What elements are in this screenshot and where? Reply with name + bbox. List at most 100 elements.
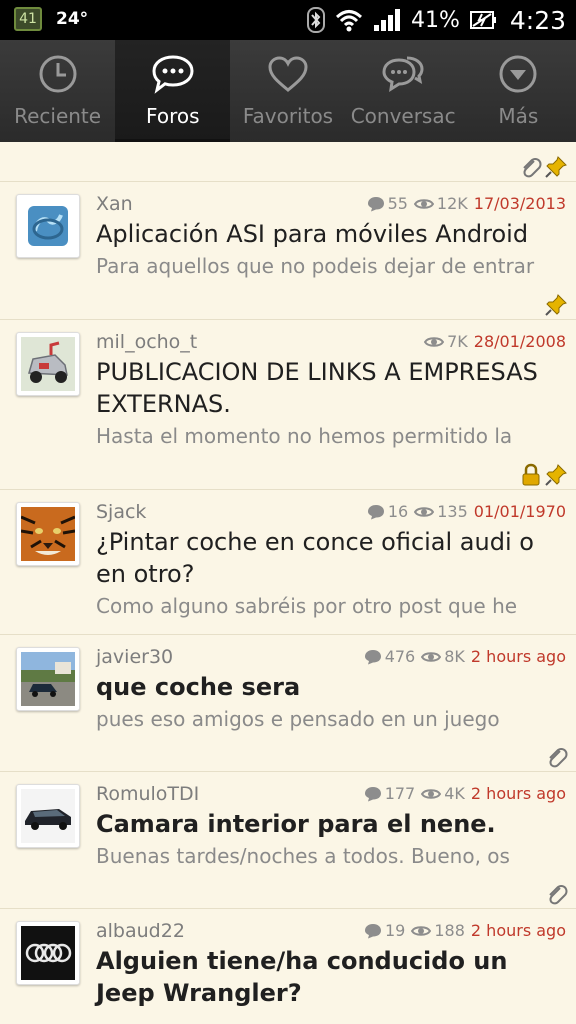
avatar[interactable] [16, 194, 80, 258]
app-logo-avatar-image [28, 206, 68, 246]
toy-car-avatar-image [21, 337, 75, 391]
thread-row[interactable]: Xan 55 12K 17/03/2013 Aplicación ASI par… [0, 182, 576, 320]
clock-time: 4:23 [509, 5, 566, 35]
replies-icon [365, 923, 381, 938]
thread-snippet: Como alguno sabréis por otro post que he [96, 594, 518, 618]
conversation-icon [382, 56, 424, 92]
thread-title: PUBLICACION DE LINKS A EMPRESAS EXTERNAS… [96, 358, 538, 418]
thread-title: que coche sera [96, 673, 301, 701]
lock-icon [522, 463, 540, 486]
audi-rings-avatar-image [21, 926, 75, 980]
paperclip-icon [549, 885, 568, 905]
tab-label: Favoritos [242, 104, 334, 128]
tab-label: Conversac [350, 104, 456, 128]
wifi-icon [335, 10, 362, 32]
replies-icon [364, 786, 381, 801]
view-count: 135 [437, 502, 468, 521]
thread-author: Sjack [96, 501, 147, 523]
thread-title: Aplicación ASI para móviles Android [96, 220, 529, 248]
pin-icon [545, 464, 567, 486]
thread-row[interactable]: Sjack 16 135 01/01/1970 ¿Pintar coche en… [0, 490, 576, 635]
tab-label: Reciente [14, 104, 102, 128]
view-count: 188 [434, 921, 465, 940]
thread-snippet: Para aquellos que no podeis dejar de ent… [96, 254, 535, 278]
thread-author: javier30 [96, 646, 174, 668]
thread-meta: 476 8K 2 hours ago [358, 647, 566, 666]
thread-snippet: Buenas tardes/noches a todos. Bueno, os [96, 844, 510, 868]
dark-car-avatar-image [21, 789, 75, 843]
view-count: 4K [444, 784, 465, 803]
thread-date: 28/01/2008 [473, 332, 566, 351]
tab-foros[interactable]: Foros [115, 40, 231, 142]
thread-meta: 177 4K 2 hours ago [358, 784, 566, 803]
view-count: 7K [447, 332, 468, 351]
thread-snippet: pues eso amigos e pensado en un juego [96, 707, 500, 731]
thread-meta: 7K 28/01/2008 [418, 332, 566, 351]
tab-bar: Reciente Foros Favoritos Conversac Más [0, 40, 576, 142]
signal-icon [373, 9, 400, 31]
clock-icon [39, 55, 77, 93]
thread-meta: 55 12K 17/03/2013 [361, 194, 566, 213]
thread-list: Xan 55 12K 17/03/2013 Aplicación ASI par… [0, 142, 576, 1024]
list-header-flags [0, 142, 576, 182]
views-eye-icon [414, 506, 435, 517]
tab-reciente[interactable]: Reciente [0, 40, 115, 142]
battery-charging-icon [469, 11, 496, 29]
avatar[interactable] [16, 921, 80, 985]
thread-title: Camara interior para el nene. [96, 810, 496, 838]
view-count: 12K [436, 194, 468, 213]
views-eye-icon [421, 788, 442, 799]
tab-label: Foros [146, 104, 200, 128]
views-eye-icon [413, 198, 434, 209]
avatar[interactable] [16, 647, 80, 711]
replies-icon [364, 649, 381, 664]
paperclip-icon [523, 158, 542, 178]
tab-favoritos[interactable]: Favoritos [230, 40, 345, 142]
thread-author: mil_ocho_t [96, 331, 198, 353]
thread-author: albaud22 [96, 920, 185, 942]
reply-count: 55 [387, 194, 408, 213]
status-bar: 41 24° 41% 4:23 [0, 0, 576, 40]
thread-author: Xan [96, 193, 133, 215]
reply-count: 177 [384, 784, 416, 803]
thread-row[interactable]: mil_ocho_t 7K 28/01/2008 PUBLICACION DE … [0, 320, 576, 490]
tab-conversaciones[interactable]: Conversac [346, 40, 461, 142]
temperature-text: 24° [56, 9, 89, 29]
paperclip-icon [549, 748, 568, 768]
thread-snippet: Hasta el momento no hemos permitido la [96, 424, 513, 448]
avatar[interactable] [16, 502, 80, 566]
pin-icon [545, 156, 567, 178]
reply-count: 19 [385, 921, 406, 940]
thread-row[interactable]: albaud22 19 188 2 hours ago Alguien tien… [0, 909, 576, 1024]
thread-row[interactable]: RomuloTDI 177 4K 2 hours ago Camara inte… [0, 772, 576, 909]
notification-badge: 41 [14, 7, 42, 31]
thread-title: ¿Pintar coche en conce oficial audi o en… [96, 528, 534, 588]
replies-icon [367, 504, 384, 519]
battery-percent: 41% [410, 7, 460, 33]
avatar[interactable] [16, 784, 80, 848]
thread-date: 2 hours ago [470, 647, 566, 666]
bluetooth-icon [306, 7, 325, 33]
thread-meta: 16 135 01/01/1970 [361, 502, 566, 521]
reply-count: 476 [384, 647, 416, 666]
car-photo-avatar-image [21, 652, 75, 706]
chevron-down-circle-icon [499, 55, 537, 93]
views-eye-icon [424, 336, 445, 347]
reply-count: 16 [387, 502, 409, 521]
views-eye-icon [421, 651, 442, 662]
pin-icon [545, 294, 567, 316]
thread-date: 01/01/1970 [473, 502, 566, 521]
view-count: 8K [444, 647, 465, 666]
tab-mas[interactable]: Más [461, 40, 576, 142]
avatar[interactable] [16, 332, 80, 396]
thread-title: Alguien tiene/ha conducido un Jeep Wrang… [96, 947, 508, 1007]
heart-icon [268, 56, 308, 92]
thread-date: 2 hours ago [470, 921, 566, 940]
thread-date: 2 hours ago [470, 784, 566, 803]
tab-label: Más [498, 104, 539, 128]
replies-icon [367, 196, 384, 211]
thread-meta: 19 188 2 hours ago [358, 921, 566, 940]
thread-row[interactable]: javier30 476 8K 2 hours ago que coche se… [0, 635, 576, 772]
chat-bubble-icon [152, 55, 194, 94]
tiger-avatar-image [21, 507, 75, 561]
